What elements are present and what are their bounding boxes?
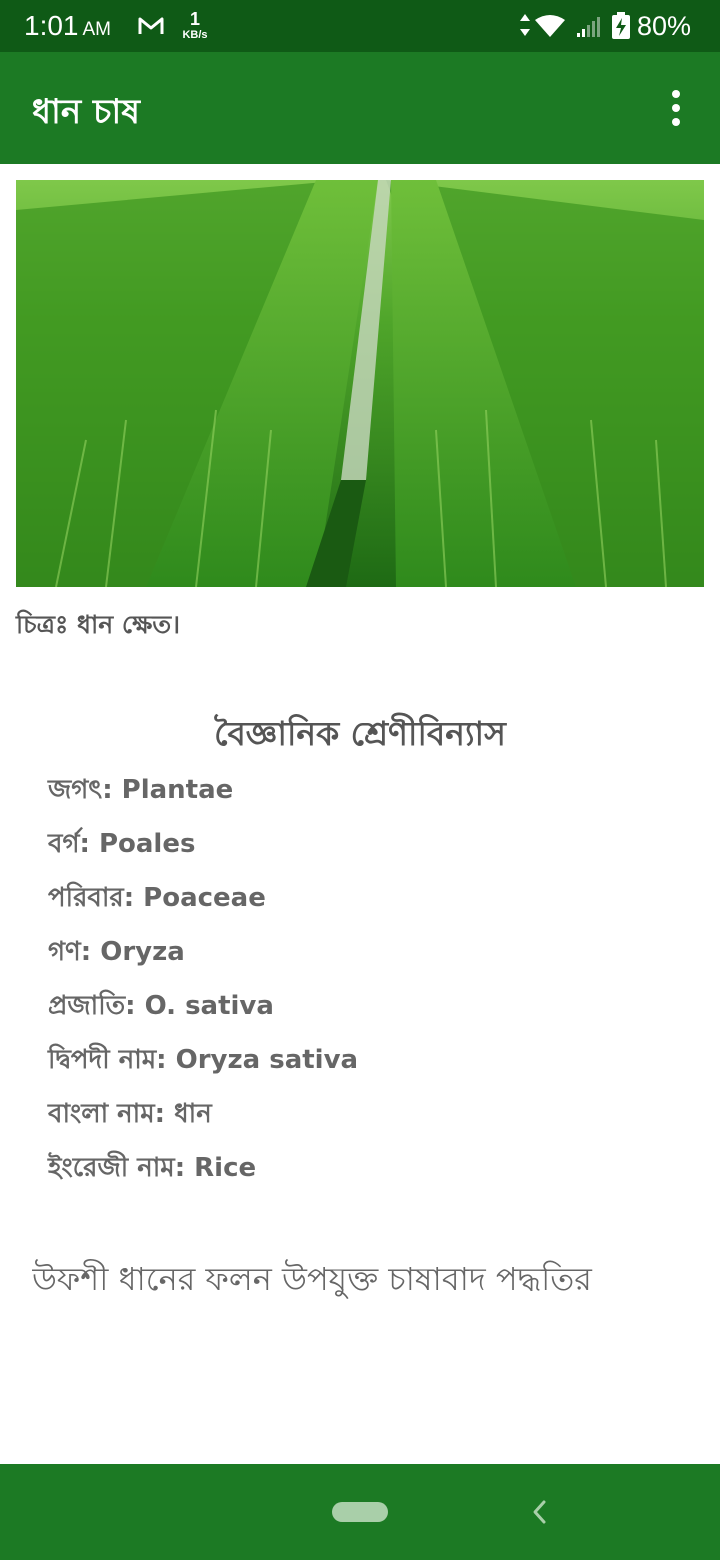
taxonomy-binomial: দ্বিপদী নাম: Oryza sativa [48, 1045, 359, 1075]
status-time: 1:01 AM [24, 10, 111, 42]
home-pill-icon[interactable] [332, 1502, 388, 1522]
rice-field-image [16, 180, 704, 587]
overflow-dot [672, 118, 680, 126]
battery-charging-icon [612, 12, 630, 39]
more-vert-icon[interactable] [656, 86, 696, 130]
taxonomy-bangla-name: বাংলা নাম: ধান [48, 1099, 212, 1129]
taxonomy-family: পরিবার: Poaceae [48, 883, 266, 913]
overflow-dot [672, 90, 680, 98]
taxonomy-order: বর্গ: Poales [48, 829, 196, 859]
taxonomy-english-name: ইংরেজী নাম: Rice [48, 1153, 257, 1183]
status-bar: 1:01 AM 1 KB/s 80% [0, 0, 720, 52]
clock-time: 1:01 [24, 10, 79, 41]
rice-field-illustration [16, 180, 704, 587]
signal-icon [577, 17, 600, 37]
overflow-dot [672, 104, 680, 112]
net-speed: 1 KB/s [178, 10, 212, 41]
battery-percent: 80% [637, 11, 692, 41]
data-arrows-icon [520, 14, 530, 36]
back-chevron-icon[interactable] [526, 1496, 554, 1528]
app-title: ধান চাষ [32, 92, 141, 132]
body-paragraph: উফশী ধানের ফলন উপযুক্ত চাষাবাদ পদ্ধতির [32, 1260, 592, 1298]
navigation-bar [0, 1464, 720, 1560]
taxonomy-genus: গণ: Oryza [48, 937, 185, 967]
taxonomy-species: প্রজাতি: O. sativa [48, 991, 274, 1021]
taxonomy-kingdom: জগৎ: Plantae [48, 775, 234, 805]
image-caption: চিত্রঃ ধান ক্ষেত। [16, 610, 181, 639]
clock-ampm: AM [82, 19, 112, 40]
gmail-icon [138, 17, 164, 34]
app-bar: ধান চাষ [0, 52, 720, 164]
wifi-icon [535, 15, 565, 37]
taxonomy-list: জগৎ: Plantae বর্গ: Poales পরিবার: Poacea… [48, 770, 358, 1202]
section-title: বৈজ্ঞানিক শ্রেণীবিন্যাস [214, 714, 506, 753]
net-speed-value: 1 [189, 9, 200, 29]
net-speed-unit: KB/s [182, 29, 208, 41]
